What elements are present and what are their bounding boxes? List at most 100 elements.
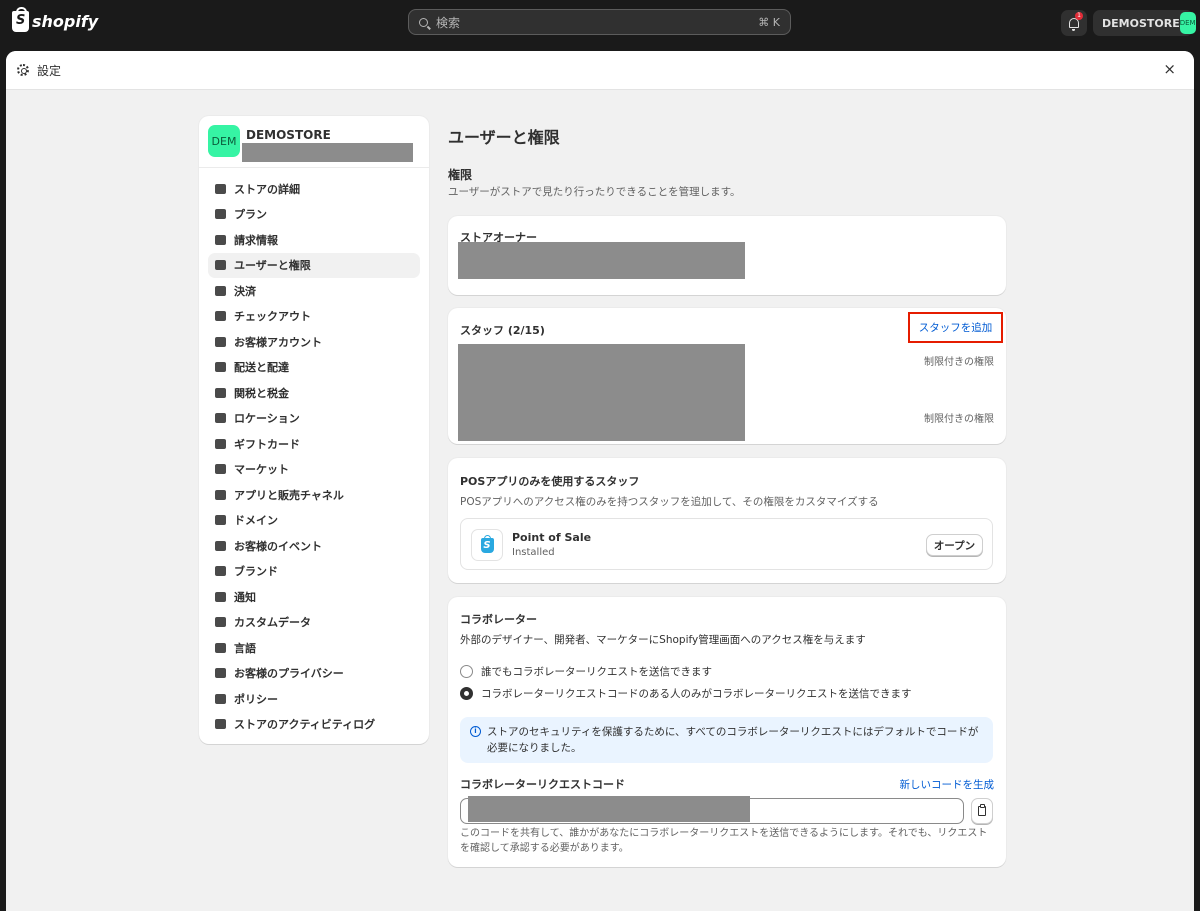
- sidebar-item[interactable]: ドメイン: [208, 508, 420, 534]
- sidebar-item[interactable]: 決済: [208, 278, 420, 304]
- sidebar-item[interactable]: お客様アカウント: [208, 329, 420, 355]
- pos-staff-card: POSアプリのみを使用するスタッフ POSアプリへのアクセス権のみを持つスタッフ…: [448, 458, 1006, 583]
- sidebar-item-label: お客様のプライバシー: [234, 667, 344, 681]
- sidebar-item[interactable]: 言語: [208, 635, 420, 661]
- radio-anyone-label: 誰でもコラボレーターリクエストを送信できます: [481, 666, 712, 678]
- lock-icon: [214, 668, 227, 679]
- store-avatar: DEM: [208, 125, 240, 157]
- payments-icon: [214, 285, 227, 296]
- sidebar-item-label: お客様のイベント: [234, 539, 322, 553]
- sidebar-item[interactable]: お客様のイベント: [208, 533, 420, 559]
- sidebar-item-label: ロケーション: [234, 412, 300, 426]
- cart-icon: [214, 311, 227, 322]
- sidebar-item-label: ドメイン: [234, 514, 278, 528]
- sidebar-item[interactable]: ポリシー: [208, 686, 420, 712]
- banner-text: ストアのセキュリティを保護するために、すべてのコラボレーターリクエストにはデフォ…: [487, 726, 979, 754]
- sidebar-store-header: DEM DEMOSTORE: [199, 116, 429, 168]
- open-pos-button[interactable]: オープン: [926, 534, 983, 556]
- collaborator-code-input[interactable]: [460, 796, 964, 824]
- modal-header: 設定 ×: [6, 51, 1194, 90]
- radio-code-row[interactable]: コラボレーターリクエストコードのある人のみがコラボレーターリクエストを送信できま…: [460, 686, 912, 701]
- sidebar-item[interactable]: 請求情報: [208, 227, 420, 253]
- top-bar: S shopify 検索 ⌘ K 1 DEMOSTORE DEM: [0, 0, 1200, 44]
- radio-anyone-row[interactable]: 誰でもコラボレーターリクエストを送信できます: [460, 664, 712, 679]
- sidebar-item-label: カスタムデータ: [234, 616, 311, 630]
- code-label: コラボレーターリクエストコード: [460, 778, 625, 791]
- copy-code-button[interactable]: [971, 798, 993, 824]
- shopify-logo[interactable]: S shopify: [12, 7, 98, 32]
- clipboard-icon: [978, 804, 986, 816]
- redacted-store-url: [242, 143, 413, 162]
- gear-icon: [17, 64, 29, 76]
- sidebar-store-name: DEMOSTORE: [246, 128, 331, 142]
- sidebar-item-label: 決済: [234, 284, 256, 298]
- redacted-owner: [458, 242, 745, 279]
- add-staff-link[interactable]: スタッフを追加: [919, 320, 993, 335]
- domain-icon: [214, 515, 227, 526]
- sidebar-item-label: アプリと販売チャネル: [234, 488, 344, 502]
- staff-permission-2[interactable]: 制限付きの権限: [924, 410, 994, 425]
- plan-icon: [214, 209, 227, 220]
- cursor-icon: [214, 540, 227, 551]
- sidebar-item[interactable]: チェックアウト: [208, 304, 420, 330]
- sidebar-item[interactable]: 関税と税金: [208, 380, 420, 406]
- radio-code[interactable]: [460, 687, 473, 700]
- generate-code-link[interactable]: 新しいコードを生成: [900, 777, 995, 792]
- staff-permission-1[interactable]: 制限付きの権限: [924, 353, 994, 368]
- users-icon: [214, 260, 227, 271]
- store-menu-button[interactable]: DEMOSTORE DEM: [1093, 10, 1196, 36]
- sidebar-item[interactable]: ユーザーと権限: [208, 252, 420, 278]
- collaborator-subtitle: 外部のデザイナー、開発者、マーケターにShopify管理画面へのアクセス権を与え…: [460, 634, 866, 646]
- tax-icon: [214, 387, 227, 398]
- permissions-title: 権限: [448, 168, 473, 182]
- staff-title: スタッフ (2/15): [460, 324, 545, 337]
- search-icon: [419, 17, 428, 27]
- sidebar-nav: ストアの詳細プラン請求情報ユーザーと権限 決済チェックアウトお客様アカウント配送と…: [199, 168, 429, 737]
- pos-subtitle: POSアプリへのアクセス権のみを持つスタッフを追加して、その権限をカスタマイズす…: [460, 496, 879, 508]
- collaborator-title: コラボレーター: [460, 613, 537, 626]
- search-bar[interactable]: 検索 ⌘ K: [408, 9, 791, 35]
- radio-code-label: コラボレーターリクエストコードのある人のみがコラボレーターリクエストを送信できま…: [481, 688, 912, 700]
- sidebar-item[interactable]: 配送と配達: [208, 355, 420, 381]
- sidebar-item-label: 関税と税金: [234, 386, 289, 400]
- notifications-button[interactable]: 1: [1061, 10, 1087, 36]
- truck-icon: [214, 362, 227, 373]
- gift-card-icon: [214, 438, 227, 449]
- sidebar-item[interactable]: ギフトカード: [208, 431, 420, 457]
- sidebar-item[interactable]: ロケーション: [208, 406, 420, 432]
- sidebar-item-label: マーケット: [234, 463, 289, 477]
- permissions-subtitle: ユーザーがストアで見たり行ったりできることを管理します。: [448, 186, 741, 198]
- sidebar-item-label: 通知: [234, 590, 256, 604]
- settings-sidebar: DEM DEMOSTORE ストアの詳細プラン請求情報ユーザーと権限 決済チェック…: [199, 116, 429, 744]
- close-icon[interactable]: ×: [1163, 60, 1176, 78]
- sidebar-item-label: プラン: [234, 208, 267, 222]
- store-icon: [214, 183, 227, 194]
- staff-card: スタッフ (2/15) スタッフを追加 制限付きの権限 制限付きの権限: [448, 308, 1006, 444]
- sidebar-item[interactable]: ブランド: [208, 559, 420, 585]
- sidebar-item[interactable]: カスタムデータ: [208, 610, 420, 636]
- sidebar-item-label: 請求情報: [234, 233, 278, 247]
- sidebar-item[interactable]: プラン: [208, 202, 420, 228]
- store-owner-card: ストアオーナー: [448, 216, 1006, 295]
- sidebar-item-label: ユーザーと権限: [234, 259, 311, 273]
- sidebar-item[interactable]: マーケット: [208, 457, 420, 483]
- bell-icon: [214, 591, 227, 602]
- sidebar-item[interactable]: ストアの詳細: [208, 176, 420, 202]
- sidebar-item-label: ブランド: [234, 565, 278, 579]
- apps-icon: [214, 489, 227, 500]
- brand-icon: [214, 566, 227, 577]
- billing-icon: [214, 234, 227, 245]
- sidebar-item[interactable]: お客様のプライバシー: [208, 661, 420, 687]
- sidebar-item[interactable]: ストアのアクティビティログ: [208, 712, 420, 738]
- collaborator-card: コラボレーター 外部のデザイナー、開発者、マーケターにShopify管理画面への…: [448, 597, 1006, 867]
- add-staff-highlight: スタッフを追加: [908, 312, 1003, 343]
- sidebar-item-label: お客様アカウント: [234, 335, 322, 349]
- info-icon: i: [470, 726, 481, 737]
- sidebar-item[interactable]: アプリと販売チャネル: [208, 482, 420, 508]
- globe-icon: [214, 464, 227, 475]
- radio-anyone[interactable]: [460, 665, 473, 678]
- language-icon: [214, 642, 227, 653]
- data-icon: [214, 617, 227, 628]
- sidebar-item[interactable]: 通知: [208, 584, 420, 610]
- search-shortcut: ⌘ K: [758, 15, 780, 29]
